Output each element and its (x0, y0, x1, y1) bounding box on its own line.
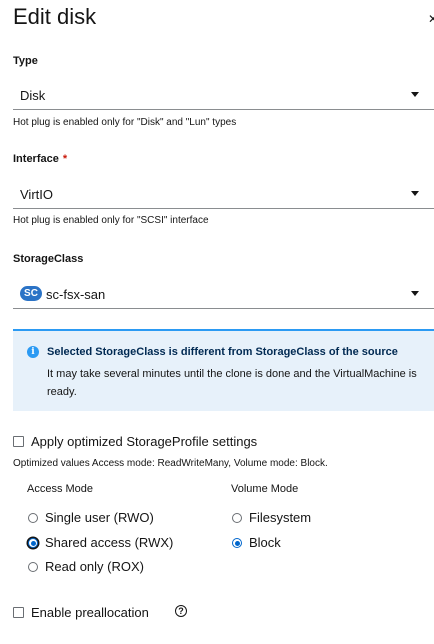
radio-read-only-label[interactable]: Read only (ROX) (45, 559, 144, 574)
optimized-settings-checkbox[interactable] (13, 436, 24, 447)
caret-down-icon (411, 191, 419, 196)
info-circle-icon: i (27, 346, 39, 358)
alert-title: Selected StorageClass is different from … (47, 346, 398, 358)
radio-filesystem[interactable] (232, 513, 242, 523)
type-select-value: Disk (20, 88, 46, 103)
radio-read-only[interactable] (28, 562, 38, 572)
volume-mode-heading: Volume Mode (231, 483, 299, 495)
radio-block[interactable] (232, 538, 242, 548)
access-mode-heading: Access Mode (27, 483, 94, 495)
radio-shared-access[interactable] (28, 538, 38, 548)
required-marker: * (62, 153, 68, 165)
radio-single-user-label[interactable]: Single user (RWO) (45, 510, 154, 525)
radio-shared-access-label[interactable]: Shared access (RWX) (45, 535, 173, 550)
interface-helper-text: Hot plug is enabled only for "SCSI" inte… (13, 215, 209, 226)
modal-title: Edit disk (13, 4, 97, 29)
close-icon[interactable]: ✕ (428, 12, 434, 26)
help-icon[interactable]: ? (175, 605, 187, 617)
interface-label: Interface * (13, 153, 67, 165)
optimized-settings-label[interactable]: Apply optimized StorageProfile settings (31, 434, 257, 449)
radio-block-label[interactable]: Block (249, 535, 281, 550)
storageclass-badge: SC (20, 286, 42, 301)
caret-down-icon (411, 92, 419, 97)
info-alert: i Selected StorageClass is different fro… (13, 329, 434, 411)
radio-single-user[interactable] (28, 513, 38, 523)
type-select[interactable]: Disk (13, 80, 434, 110)
interface-label-text: Interface (13, 153, 59, 165)
alert-body: It may take several minutes until the cl… (47, 368, 417, 398)
radio-filesystem-label[interactable]: Filesystem (249, 510, 311, 525)
type-helper-text: Hot plug is enabled only for "Disk" and … (13, 117, 237, 128)
storageclass-select-value: sc-fsx-san (46, 287, 106, 302)
storageclass-select[interactable]: SC sc-fsx-san (13, 279, 434, 309)
type-label: Type (13, 55, 38, 67)
storageclass-label: StorageClass (13, 253, 84, 265)
caret-down-icon (411, 291, 419, 296)
interface-select[interactable]: VirtIO (13, 179, 434, 209)
preallocation-checkbox[interactable] (13, 607, 24, 618)
optimized-description: Optimized values Access mode: ReadWriteM… (13, 458, 328, 469)
interface-select-value: VirtIO (20, 187, 53, 202)
preallocation-label[interactable]: Enable preallocation (31, 605, 149, 620)
